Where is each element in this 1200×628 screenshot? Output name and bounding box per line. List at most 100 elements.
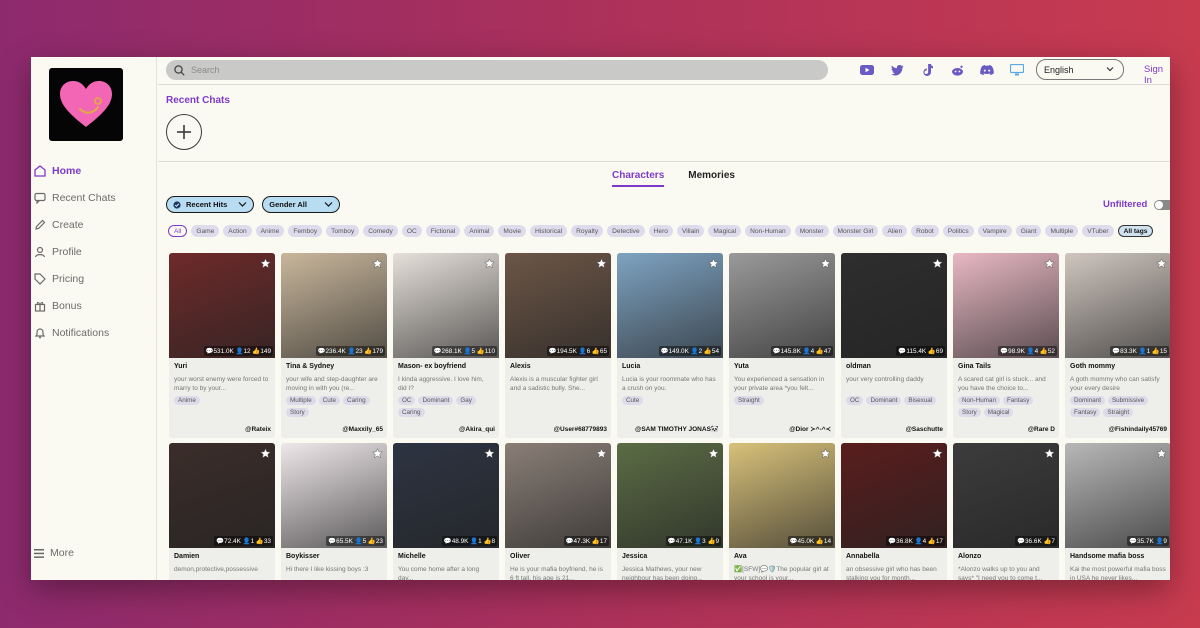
tag-chip[interactable]: Hero [648,225,673,237]
card-tag[interactable]: OC [846,396,864,405]
tag-chip[interactable]: Villain [676,225,705,237]
character-card[interactable]: 💬98.9K 👤4 👍52 Gina Tails A scared cat girl… [953,253,1059,438]
add-chat-button[interactable] [166,114,202,150]
card-tag[interactable]: Story [958,408,981,417]
character-card[interactable]: 💬36.6K 👍7 Alonzo *Alonzo walks up to you a… [953,443,1059,580]
tag-chip[interactable]: OC [401,225,422,237]
character-card[interactable]: 💬194.5K 👤6 👍65 Alexis Alexis is a muscular… [505,253,611,438]
tag-chip[interactable]: Monster Girl [832,225,879,237]
tag-chip[interactable]: Tomboy [326,225,360,237]
card-tag[interactable]: Dominant [418,396,454,405]
star-icon[interactable] [596,256,607,274]
star-icon[interactable] [1044,256,1055,274]
star-icon[interactable] [820,256,831,274]
tag-chip[interactable]: VTuber [1082,225,1114,237]
card-author[interactable]: @Dior ≻^-^≺ [789,425,831,433]
star-icon[interactable] [596,446,607,464]
star-icon[interactable] [260,256,271,274]
character-card[interactable]: 💬65.5K 👤5 👍23 Boykisser Hi there I like ki… [281,443,387,580]
card-author[interactable]: @Rateix [245,426,271,433]
gender-dropdown[interactable]: Gender All [262,196,340,213]
character-card[interactable]: 💬35.7K 👤9 Handsome mafia boss Kai the most… [1065,443,1170,580]
sidebar-item-pricing[interactable]: Pricing [31,265,157,292]
sidebar-item-notifications[interactable]: Notifications [31,319,157,346]
card-tag[interactable]: Cute [622,396,644,405]
star-icon[interactable] [260,446,271,464]
tag-chip[interactable]: Multiple [1045,225,1079,237]
character-card[interactable]: 💬47.1K 👤3 👍9 Jessica Jessica Mathews, your… [617,443,723,580]
card-author[interactable]: @Saschutte [906,426,943,433]
card-tag[interactable]: OC [398,396,416,405]
recent-hits-dropdown[interactable]: Recent Hits [166,196,255,213]
sidebar-item-bonus[interactable]: Bonus [31,292,157,319]
twitter-icon[interactable] [888,62,906,78]
character-card[interactable]: 💬115.4K 👍69 oldman your very controlling d… [841,253,947,438]
card-author[interactable]: @Rare D [1028,426,1055,433]
tag-chip[interactable]: Fictional [425,225,461,237]
card-tag[interactable]: Straight [1103,408,1134,417]
card-tag[interactable]: Fantasy [1002,396,1034,405]
character-card[interactable]: 💬83.3K 👤1 👍15 Goth mommy A goth mommy who … [1065,253,1170,438]
reddit-icon[interactable] [948,62,966,78]
card-author[interactable]: @SAM TIMOTHY JONAS🐼 [635,425,719,433]
card-tag[interactable]: Straight [734,396,764,405]
more-button[interactable]: More [34,547,74,559]
tag-chip[interactable]: Robot [911,225,939,237]
character-card[interactable]: 💬236.4K 👤23 👍179 Tina & Sydney your wife a… [281,253,387,438]
tag-chip[interactable]: Action [223,225,252,237]
star-icon[interactable] [1044,446,1055,464]
tag-chip[interactable]: Animal [464,225,495,237]
card-author[interactable]: @Maxxily_65 [342,426,383,433]
card-tag[interactable]: Submissive [1107,396,1149,405]
character-card[interactable]: 💬149.0K 👤2 👍54 Lucia Lucia is your roommat… [617,253,723,438]
star-icon[interactable] [372,446,383,464]
star-icon[interactable] [708,256,719,274]
star-icon[interactable] [820,446,831,464]
character-card[interactable]: 💬47.3K 👍17 Oliver He is your mafia boyfrie… [505,443,611,580]
tag-chip[interactable]: Politics [942,225,974,237]
tag-chip[interactable]: Alien [882,225,908,237]
tag-chip[interactable]: Anime [255,225,285,237]
card-tag[interactable]: Caring [343,396,370,405]
tag-chip[interactable]: Comedy [363,225,398,237]
monitor-icon[interactable] [1008,62,1026,78]
card-tag[interactable]: Dominant [866,396,902,405]
card-tag[interactable]: Fantasy [1070,408,1101,417]
sidebar-item-profile[interactable]: Profile [31,238,157,265]
tiktok-icon[interactable] [918,62,936,78]
tag-chip[interactable]: Magical [708,225,742,237]
character-card[interactable]: 💬45.0K 👍14 Ava ✅[SFW]💬🛡️The popular girl a… [729,443,835,580]
sidebar-item-home[interactable]: Home [31,157,157,184]
tag-chip[interactable]: Monster [794,225,829,237]
tag-chip[interactable]: Femboy [288,225,323,237]
sidebar-item-recent-chats[interactable]: Recent Chats [31,184,157,211]
star-icon[interactable] [484,446,495,464]
tab-characters[interactable]: Characters [612,170,665,187]
star-icon[interactable] [372,256,383,274]
card-tag[interactable]: Anime [174,396,200,405]
youtube-icon[interactable] [858,62,876,78]
tag-chip[interactable]: Non-Human [745,225,791,237]
search-bar[interactable] [166,60,828,80]
star-icon[interactable] [1156,256,1167,274]
card-tag[interactable]: Magical [983,408,1014,417]
card-tag[interactable]: Caring [398,408,425,417]
card-tag[interactable]: Gay [456,396,476,405]
tag-chip[interactable]: All [168,225,188,237]
card-tag[interactable]: Non-Human [958,396,1000,405]
unfiltered-toggle[interactable] [1154,200,1170,210]
card-author[interactable]: @Fishindaily45769 [1109,426,1167,433]
star-icon[interactable] [932,446,943,464]
star-icon[interactable] [1156,446,1167,464]
star-icon[interactable] [708,446,719,464]
tag-chip[interactable]: Giant [1015,225,1042,237]
tag-chip[interactable]: Historical [530,225,568,237]
discord-icon[interactable] [978,62,996,78]
star-icon[interactable] [484,256,495,274]
card-author[interactable]: @Akira_qui [459,426,495,433]
logo[interactable] [49,68,123,141]
character-card[interactable]: 💬145.8K 👤4 👍47 Yuta You experienced a sens… [729,253,835,438]
tag-chip[interactable]: Detective [607,225,645,237]
sign-in-link[interactable]: Sign In [1144,64,1170,86]
character-card[interactable]: 💬72.4K 👤1 👍33 Damien demon,protective,poss… [169,443,275,580]
